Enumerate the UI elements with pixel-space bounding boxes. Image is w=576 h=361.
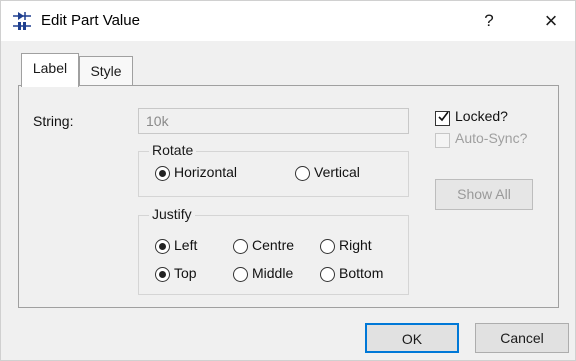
vertical-radio[interactable] [295, 166, 310, 181]
justify-bottom-label[interactable]: Bottom [339, 265, 383, 281]
horizontal-radio[interactable] [155, 166, 170, 181]
vertical-radio-label[interactable]: Vertical [314, 164, 360, 180]
show-all-button[interactable]: Show All [435, 179, 533, 210]
locked-checkbox[interactable] [435, 111, 450, 126]
checkmark-icon [438, 111, 449, 122]
justify-right-radio[interactable] [320, 239, 335, 254]
title-bar[interactable]: Edit Part Value ? × [1, 1, 575, 41]
close-button[interactable]: × [537, 7, 565, 35]
tab-style[interactable]: Style [79, 56, 133, 86]
tab-label[interactable]: Label [21, 53, 79, 87]
justify-middle-radio[interactable] [233, 267, 248, 282]
string-input[interactable]: 10k [138, 108, 409, 134]
justify-right-label[interactable]: Right [339, 237, 372, 253]
auto-sync-checkbox[interactable] [435, 133, 450, 148]
cancel-button[interactable]: Cancel [475, 323, 569, 353]
edit-part-value-dialog: Edit Part Value ? × Style Label String: … [0, 0, 576, 361]
horizontal-radio-label[interactable]: Horizontal [174, 164, 237, 180]
justify-group-title: Justify [149, 206, 195, 222]
justify-middle-label[interactable]: Middle [252, 265, 293, 281]
justify-left-label[interactable]: Left [174, 237, 197, 253]
justify-top-radio[interactable] [155, 267, 170, 282]
string-label: String: [33, 113, 74, 129]
help-button[interactable]: ? [477, 7, 501, 35]
justify-centre-radio[interactable] [233, 239, 248, 254]
auto-sync-label[interactable]: Auto-Sync? [455, 130, 527, 146]
rotate-group-title: Rotate [149, 142, 197, 158]
ok-button[interactable]: OK [365, 323, 459, 353]
justify-centre-label[interactable]: Centre [252, 237, 294, 253]
component-icon [13, 12, 31, 30]
justify-top-label[interactable]: Top [174, 265, 197, 281]
locked-label[interactable]: Locked? [455, 108, 508, 124]
justify-group [138, 215, 409, 295]
justify-left-radio[interactable] [155, 239, 170, 254]
window-title: Edit Part Value [41, 12, 140, 29]
justify-bottom-radio[interactable] [320, 267, 335, 282]
